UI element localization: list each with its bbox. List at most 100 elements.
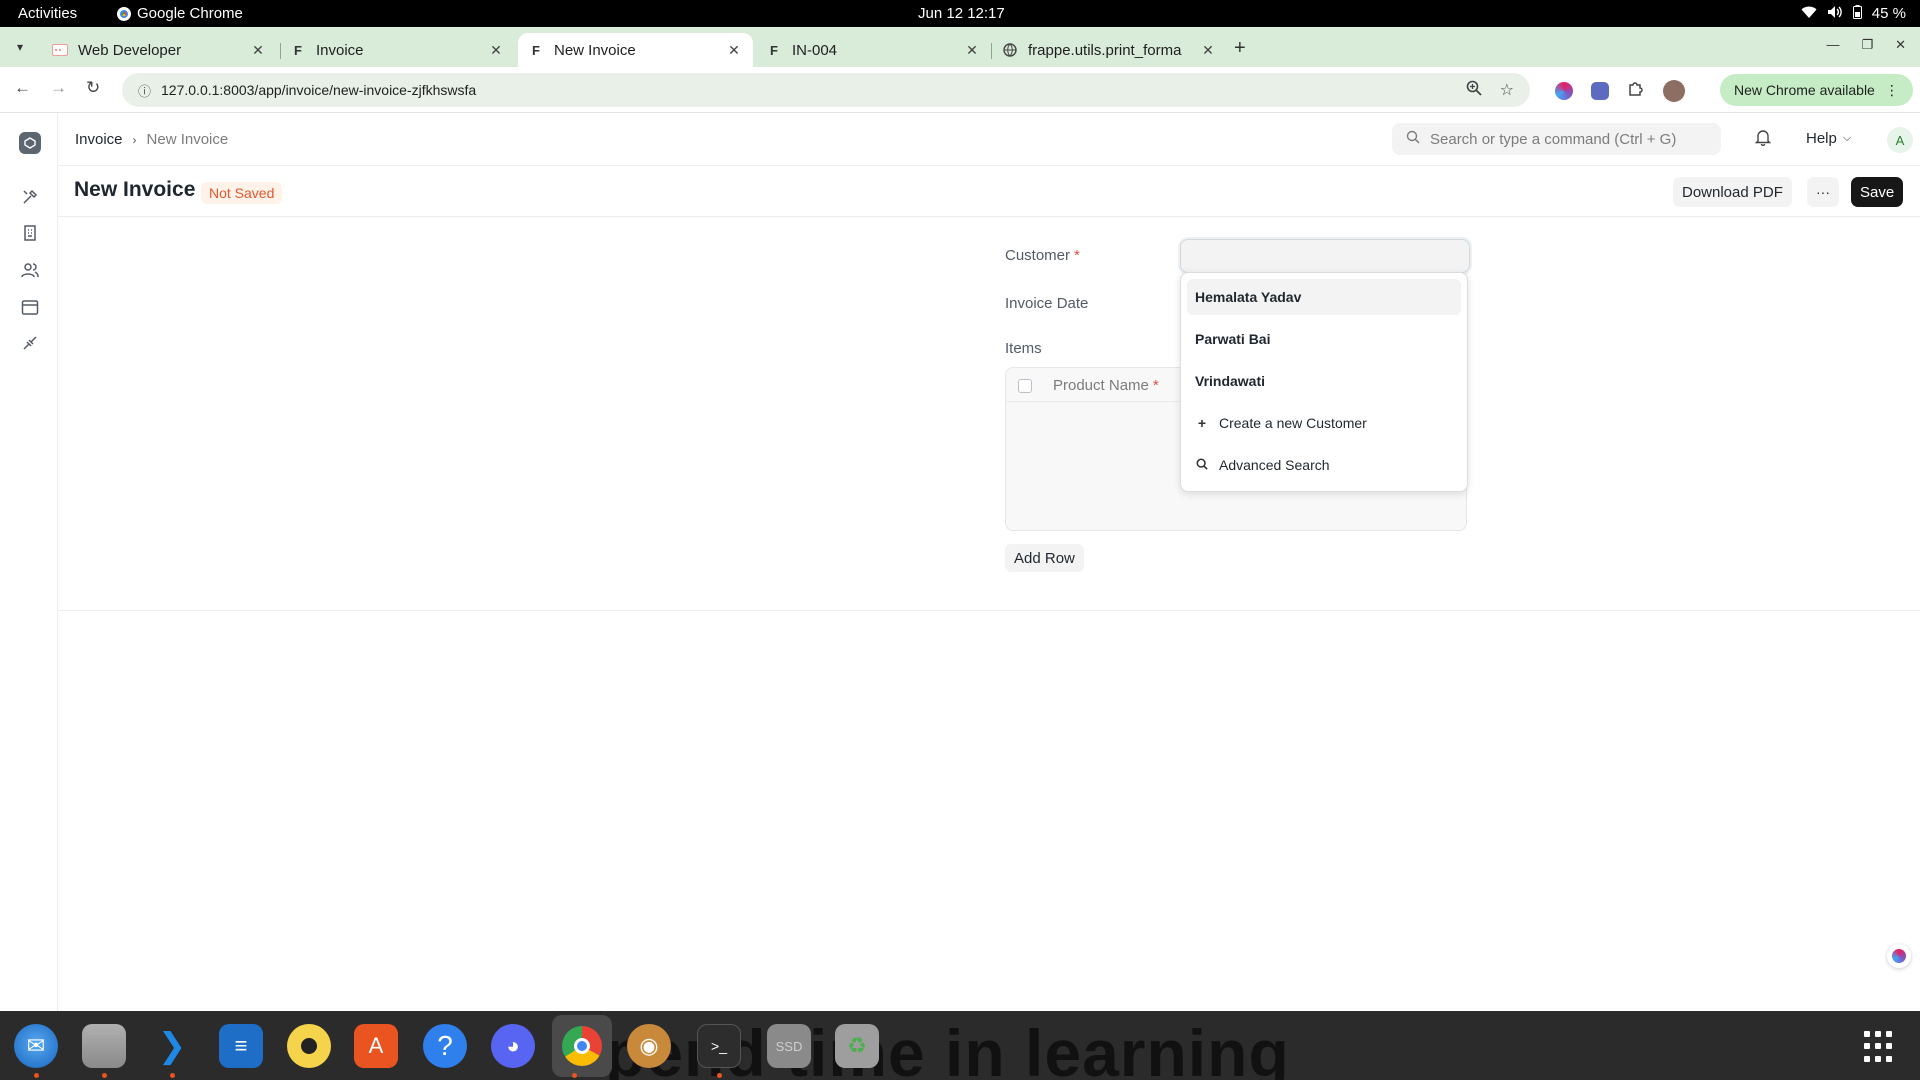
chevron-right-icon: › — [132, 132, 137, 147]
extension-gear-icon[interactable] — [1591, 81, 1609, 100]
status-badge: Not Saved — [201, 182, 283, 204]
awesomebar-search[interactable]: Search or type a command (Ctrl + G) — [1392, 123, 1721, 155]
building-icon[interactable] — [20, 223, 40, 243]
create-new-customer-option[interactable]: + Create a new Customer — [1187, 405, 1461, 441]
customer-label-text: Customer — [1005, 247, 1071, 264]
close-icon[interactable]: ✕ — [1199, 42, 1217, 59]
tab-title: IN-004 — [792, 41, 838, 59]
kebab-menu-icon: ⋮ — [1884, 81, 1899, 98]
extension-brain-icon[interactable] — [1555, 81, 1573, 100]
files-icon[interactable] — [82, 1024, 126, 1068]
rhythmbox-icon[interactable] — [287, 1024, 331, 1068]
activities-button[interactable]: Activities — [18, 5, 77, 22]
gimp-icon[interactable]: ◉ — [627, 1024, 671, 1068]
assistant-floating-icon[interactable] — [1887, 944, 1911, 968]
wifi-icon — [1801, 5, 1817, 22]
select-all-checkbox[interactable] — [1018, 379, 1032, 393]
forward-icon[interactable]: → — [50, 78, 67, 98]
close-icon[interactable]: ✕ — [963, 42, 981, 59]
new-tab-button[interactable]: + — [1234, 37, 1246, 60]
maximize-icon[interactable]: ❐ — [1861, 37, 1873, 53]
running-indicator — [572, 1073, 577, 1078]
browser-tab-strip: ▾ Web Developer ✕ F Invoice ✕ F New Invo… — [0, 27, 1920, 67]
system-tray[interactable]: 45 % — [1801, 5, 1906, 22]
user-avatar[interactable]: A — [1887, 127, 1913, 153]
globe-icon — [1002, 42, 1018, 58]
update-label: New Chrome available — [1734, 82, 1875, 98]
profile-avatar[interactable] — [1663, 79, 1685, 102]
app-center-icon[interactable]: A — [354, 1024, 398, 1068]
battery-icon — [1852, 5, 1862, 22]
tab-print-format[interactable]: frappe.utils.print_forma ✕ — [992, 33, 1227, 67]
customer-field[interactable] — [1180, 239, 1470, 273]
reload-icon[interactable]: ↻ — [86, 78, 100, 98]
search-icon — [1406, 130, 1420, 148]
chevron-down-icon: ⌵ — [1842, 132, 1852, 144]
address-bar[interactable]: ⓘ 127.0.0.1:8003/app/invoice/new-invoice… — [122, 73, 1530, 107]
browser-toolbar: ← → ↻ ⓘ 127.0.0.1:8003/app/invoice/new-i… — [0, 67, 1920, 113]
advanced-search-label: Advanced Search — [1219, 457, 1330, 473]
ssd-drive-icon[interactable]: SSD — [767, 1024, 811, 1068]
tab-title: frappe.utils.print_forma — [1028, 41, 1182, 59]
bookmark-star-icon[interactable]: ☆ — [1500, 80, 1514, 100]
extensions-puzzle-icon[interactable] — [1627, 79, 1645, 102]
notification-bell-icon[interactable] — [1754, 129, 1772, 150]
breadcrumb-invoice[interactable]: Invoice — [75, 131, 123, 148]
advanced-search-option[interactable]: Advanced Search — [1187, 447, 1461, 483]
users-icon[interactable] — [20, 260, 40, 280]
frappe-logo-icon[interactable] — [19, 132, 41, 154]
page-title: New Invoice — [74, 178, 196, 201]
new-chrome-available-button[interactable]: New Chrome available ⋮ — [1720, 74, 1913, 106]
customer-autocomplete-dropdown: Hemalata Yadav Parwati Bai Vrindawati + … — [1180, 272, 1468, 492]
customer-option[interactable]: Vrindawati — [1187, 363, 1461, 399]
thunderbird-icon[interactable]: ✉ — [14, 1024, 58, 1068]
window-controls: — ❐ ✕ — [1826, 37, 1906, 53]
trash-icon[interactable]: ♻ — [835, 1024, 879, 1068]
chrome-icon — [117, 6, 131, 21]
more-actions-button[interactable]: ··· — [1807, 177, 1839, 207]
download-pdf-button[interactable]: Download PDF — [1673, 177, 1792, 207]
tab-title: Web Developer — [78, 41, 182, 59]
vscode-icon[interactable]: ❯ — [150, 1024, 194, 1068]
running-indicator — [34, 1073, 39, 1078]
tab-in-004[interactable]: F IN-004 ✕ — [756, 33, 991, 67]
tab-web-developer[interactable]: Web Developer ✕ — [42, 33, 277, 67]
tab-invoice[interactable]: F Invoice ✕ — [280, 33, 515, 67]
chrome-dock-icon[interactable] — [552, 1015, 612, 1077]
customer-option[interactable]: Hemalata Yadav — [1187, 279, 1461, 315]
text-editor-icon[interactable]: ≡ — [219, 1024, 263, 1068]
show-apps-grid-icon[interactable] — [1864, 1031, 1896, 1063]
running-indicator — [102, 1073, 107, 1078]
terminal-icon[interactable]: >_ — [697, 1024, 741, 1068]
tab-search-button[interactable]: ▾ — [8, 35, 32, 59]
clock[interactable]: Jun 12 12:17 — [918, 5, 1005, 22]
tools-icon[interactable] — [20, 187, 40, 207]
app-menu[interactable]: Google Chrome — [117, 5, 243, 22]
brain-icon — [1892, 949, 1906, 963]
tab-new-invoice[interactable]: F New Invoice ✕ — [518, 33, 753, 67]
site-info-icon[interactable]: ⓘ — [138, 81, 151, 100]
help-icon[interactable]: ? — [423, 1024, 467, 1068]
page-head: New Invoice Not Saved Download PDF ··· S… — [58, 166, 1920, 217]
search-placeholder: Search or type a command (Ctrl + G) — [1430, 130, 1677, 148]
customer-option[interactable]: Parwati Bai — [1187, 321, 1461, 357]
close-icon[interactable]: ✕ — [249, 42, 267, 59]
discord-icon[interactable]: ◕ — [491, 1024, 535, 1068]
save-button[interactable]: Save — [1851, 177, 1904, 207]
ubuntu-dock: Spend time in learning ✉ ❯ ≡ A ? ◕ ◉ >_ … — [0, 1011, 1920, 1080]
zoom-icon[interactable] — [1466, 80, 1482, 101]
integrations-icon[interactable] — [20, 333, 40, 353]
close-window-icon[interactable]: ✕ — [1895, 37, 1906, 53]
close-icon[interactable]: ✕ — [725, 42, 743, 59]
calendar-icon[interactable] — [20, 297, 40, 317]
help-dropdown[interactable]: Help ⌵ — [1806, 130, 1851, 147]
minimize-icon[interactable]: — — [1826, 37, 1839, 53]
breadcrumb-new-invoice[interactable]: New Invoice — [147, 131, 229, 148]
required-marker: * — [1074, 247, 1080, 264]
url-text[interactable]: 127.0.0.1:8003/app/invoice/new-invoice-z… — [161, 82, 1448, 98]
add-row-button[interactable]: Add Row — [1005, 544, 1084, 572]
back-icon[interactable]: ← — [14, 78, 31, 98]
running-indicator — [717, 1073, 722, 1078]
close-icon[interactable]: ✕ — [487, 42, 505, 59]
battery-percent: 45 % — [1871, 5, 1906, 22]
